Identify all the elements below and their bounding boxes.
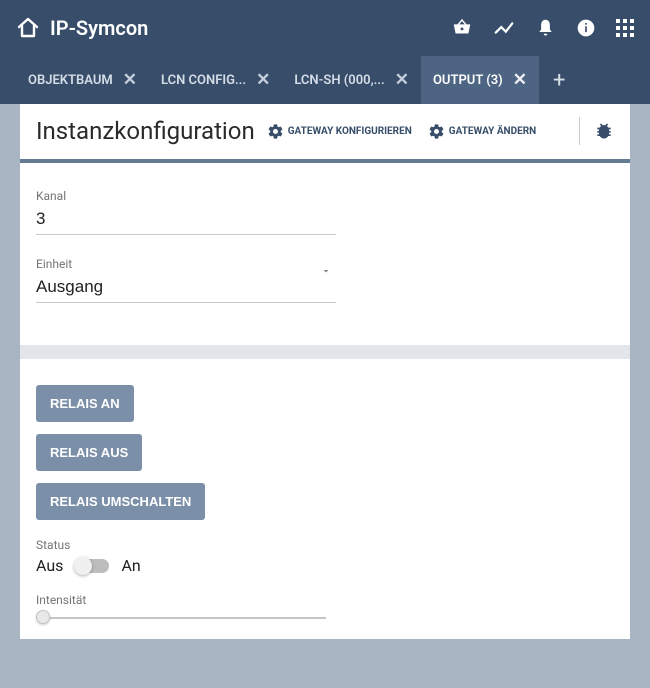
slider-label: Intensität [36,593,614,607]
intensitaet-field: Intensität [36,593,614,619]
panel-right [579,117,614,145]
form-fields: Kanal Einheit [20,163,630,345]
field-label: Kanal [36,189,336,203]
status-label: Status [36,538,614,552]
tab-bar: OBJEKTBAUM ✕ LCN CONFIG... ✕ LCN-SH (000… [0,56,650,104]
panel-header: Instanzkonfiguration GATEWAY KONFIGURIER… [20,104,630,163]
intensitaet-slider[interactable] [36,617,326,619]
tab-lcn-config[interactable]: LCN CONFIG... ✕ [149,56,282,104]
actions-section: RELAIS AN RELAIS AUS RELAIS UMSCHALTEN S… [20,359,630,639]
gateway-change-link[interactable]: GATEWAY ÄNDERN [428,123,536,140]
info-icon[interactable] [576,18,596,38]
link-label: GATEWAY ÄNDERN [449,126,536,137]
slider-knob [36,610,50,624]
basket-icon[interactable] [451,17,473,39]
divider [579,117,580,145]
gear-icon [428,123,445,140]
tab-label: OUTPUT (3) [433,73,503,88]
toggle-knob [74,557,92,575]
app-title: IP-Symcon [50,16,148,40]
kanal-input[interactable] [36,206,336,235]
apps-icon[interactable] [616,19,634,37]
home-icon[interactable] [16,16,40,40]
panel-title: Instanzkonfiguration [36,117,255,145]
header-right [451,17,634,39]
chart-icon[interactable] [493,17,515,39]
header-left: IP-Symcon [16,16,148,40]
panel-links: GATEWAY KONFIGURIEREN GATEWAY ÄNDERN [267,123,537,140]
status-row: Aus An [36,556,614,575]
field-label: Einheit [36,257,336,271]
relais-an-button[interactable]: RELAIS AN [36,385,134,422]
tab-output[interactable]: OUTPUT (3) ✕ [421,56,539,104]
einheit-select[interactable] [36,274,336,303]
tab-objektbaum[interactable]: OBJEKTBAUM ✕ [16,56,149,104]
content-area: Instanzkonfiguration GATEWAY KONFIGURIER… [0,104,650,688]
section-divider [20,345,630,359]
relais-umschalten-button[interactable]: RELAIS UMSCHALTEN [36,483,205,520]
app-header: IP-Symcon [0,0,650,56]
config-panel: Instanzkonfiguration GATEWAY KONFIGURIER… [20,104,630,639]
tab-label: LCN-SH (000,... [294,73,384,88]
add-tab-button[interactable]: + [539,56,579,104]
close-icon[interactable]: ✕ [256,72,270,89]
relais-aus-button[interactable]: RELAIS AUS [36,434,142,471]
status-toggle[interactable] [75,559,109,573]
kanal-field: Kanal [36,189,336,235]
status-on-text: An [121,556,140,575]
bug-icon[interactable] [594,121,614,141]
einheit-field: Einheit [36,257,336,303]
close-icon[interactable]: ✕ [513,72,527,89]
bell-icon[interactable] [535,18,556,39]
gear-icon [267,123,284,140]
tab-label: OBJEKTBAUM [28,73,113,88]
status-off-text: Aus [36,556,63,575]
gateway-configure-link[interactable]: GATEWAY KONFIGURIEREN [267,123,412,140]
tab-label: LCN CONFIG... [161,73,246,88]
link-label: GATEWAY KONFIGURIEREN [288,126,412,137]
close-icon[interactable]: ✕ [395,72,409,89]
close-icon[interactable]: ✕ [123,72,137,89]
tab-lcn-sh[interactable]: LCN-SH (000,... ✕ [282,56,421,104]
